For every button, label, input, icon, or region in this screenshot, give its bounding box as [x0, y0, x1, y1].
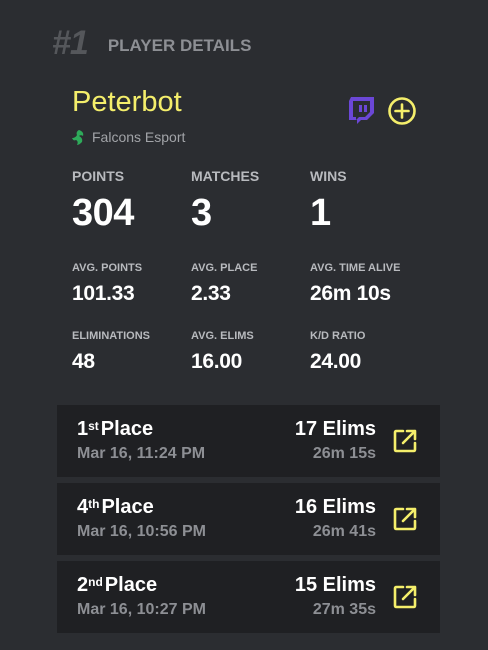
main-stats: POINTS 304 MATCHES 3 WINS 1 — [72, 168, 429, 232]
stat-label: MATCHES — [191, 168, 260, 184]
external-link-icon[interactable] — [392, 584, 418, 610]
stat-label: ELIMINATIONS — [72, 330, 151, 342]
stat-avg-time-alive: AVG. TIME ALIVE 26m 10s — [310, 262, 429, 304]
match-time: 26m 41s — [312, 523, 376, 540]
plus-circle-icon[interactable] — [387, 96, 417, 126]
match-place: 4th Place — [77, 496, 154, 518]
external-link-icon[interactable] — [392, 506, 418, 532]
player-actions — [347, 96, 417, 126]
team-row: Falcons Esport — [72, 129, 185, 145]
match-date: Mar 16, 11:24 PM — [77, 445, 206, 462]
match-card[interactable]: 1st Place Mar 16, 11:24 PM 17 Elims 26m 1… — [57, 405, 440, 477]
stat-value: 26m 10s — [310, 282, 391, 305]
stat-points: POINTS 304 — [72, 168, 191, 232]
match-card[interactable]: 2nd Place Mar 16, 10:27 PM 15 Elims 27m 3… — [57, 561, 440, 633]
falcon-logo-icon — [72, 129, 84, 145]
stat-label: AVG. TIME ALIVE — [310, 262, 401, 274]
external-link-icon[interactable] — [392, 428, 418, 454]
match-date: Mar 16, 10:27 PM — [77, 601, 206, 618]
stat-wins: WINS 1 — [310, 168, 429, 232]
player-info: Peterbot Falcons Esport — [72, 88, 185, 145]
stat-value: 304 — [72, 192, 134, 234]
stat-value: 3 — [191, 192, 212, 234]
stat-value: 24.00 — [310, 350, 362, 373]
elimination-stats: ELIMINATIONS 48 AVG. ELIMS 16.00 K/D RAT… — [72, 330, 429, 372]
team-name: Falcons Esport — [92, 129, 186, 145]
twitch-icon[interactable] — [347, 96, 375, 126]
stat-avg-points: AVG. POINTS 101.33 — [72, 262, 191, 304]
stat-label: POINTS — [72, 168, 125, 184]
match-place: 1st Place — [77, 418, 154, 440]
stat-value: 16.00 — [191, 350, 243, 373]
stat-value: 2.33 — [191, 282, 231, 305]
match-place: 2nd Place — [77, 574, 158, 596]
stat-avg-place: AVG. PLACE 2.33 — [191, 262, 310, 304]
panel-title: PLAYER DETAILS — [107, 35, 252, 55]
stat-value: 1 — [310, 192, 331, 234]
stat-value: 48 — [72, 350, 95, 373]
stat-label: AVG. PLACE — [191, 262, 258, 274]
stat-matches: MATCHES 3 — [191, 168, 310, 232]
stat-eliminations: ELIMINATIONS 48 — [72, 330, 191, 372]
stat-label: AVG. ELIMS — [191, 330, 254, 342]
match-elims: 15 Elims — [294, 574, 376, 596]
match-card[interactable]: 4th Place Mar 16, 10:56 PM 16 Elims 26m 4… — [57, 483, 440, 555]
stat-kd-ratio: K/D RATIO 24.00 — [310, 330, 429, 372]
match-date: Mar 16, 10:56 PM — [77, 523, 206, 540]
match-elims: 17 Elims — [294, 418, 376, 440]
stat-label: WINS — [310, 168, 347, 184]
match-time: 26m 15s — [312, 445, 376, 462]
stat-label: AVG. POINTS — [72, 262, 143, 274]
stat-avg-elims: AVG. ELIMS 16.00 — [191, 330, 310, 372]
rank-number: #1 — [52, 24, 89, 62]
player-name: Peterbot — [72, 86, 182, 118]
match-elims: 16 Elims — [294, 496, 376, 518]
match-time: 27m 35s — [312, 601, 376, 618]
panel-header: #1 PLAYER DETAILS — [52, 24, 251, 63]
average-stats: AVG. POINTS 101.33 AVG. PLACE 2.33 AVG. … — [72, 262, 429, 304]
stat-value: 101.33 — [72, 282, 135, 305]
stat-label: K/D RATIO — [310, 330, 366, 342]
